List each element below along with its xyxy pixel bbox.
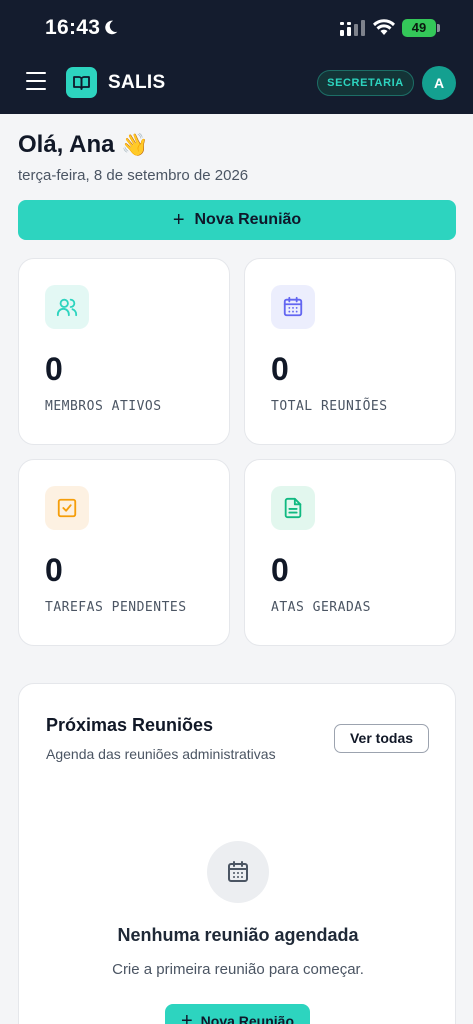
book-icon [73,76,90,90]
meetings-count: 0 [271,351,289,387]
create-meeting-button[interactable]: + Nova Reunião [165,1004,310,1024]
logo [66,67,97,98]
create-meeting-label: Nova Reunião [200,1013,295,1024]
stat-card-members: 0 MEMBROS ATIVOS [18,258,230,445]
upcoming-meetings-title: Próximas Reuniões [46,715,214,735]
check-square-icon [45,486,89,530]
document-icon [271,486,315,530]
calendar-icon [271,285,315,329]
role-badge: SECRETARIA [317,70,414,96]
new-meeting-button[interactable]: + Nova Reunião [18,200,456,240]
minutes-count: 0 [271,552,289,588]
upcoming-meetings-card: Próximas Reuniões Agenda das reuniões ad… [18,683,456,1024]
avatar[interactable]: A [422,66,456,100]
menu-icon[interactable] [26,72,46,90]
battery-tip [437,24,440,32]
greeting-title: Olá, Ana 👋 [18,131,149,159]
moon-icon [105,20,118,35]
empty-calendar-icon [207,841,269,903]
empty-state-title: Nenhuma reunião agendada [117,925,359,945]
minutes-label: ATAS GERADAS [271,600,371,615]
members-count: 0 [45,351,63,387]
meetings-label: TOTAL REUNIÕES [271,399,388,414]
empty-state-subtitle: Crie a primeira reunião para começar. [112,961,364,978]
wifi-icon [373,19,395,35]
brand-name: SALIS [108,72,166,93]
new-meeting-label: Nova Reunião [194,211,302,228]
signal-icon [340,20,365,36]
upcoming-meetings-subtitle: Agenda das reuniões administrativas [46,746,276,762]
battery-indicator: 49 [402,19,436,37]
tasks-count: 0 [45,552,63,588]
app-header: 16:43 49 SALIS SECRETARIA A [0,0,473,114]
plus-icon: + [172,209,185,231]
wave-emoji: 👋 [121,132,149,157]
stat-card-meetings: 0 TOTAL REUNIÕES [244,258,456,445]
stat-card-minutes: 0 ATAS GERADAS [244,459,456,646]
users-icon [45,285,89,329]
plus-icon: + [180,1010,193,1024]
greeting-text: Olá, Ana [18,131,115,158]
members-label: MEMBROS ATIVOS [45,399,162,414]
current-date: terça-feira, 8 de setembro de 2026 [18,167,249,184]
stat-card-tasks: 0 TAREFAS PENDENTES [18,459,230,646]
tasks-label: TAREFAS PENDENTES [45,600,187,615]
view-all-button[interactable]: Ver todas [334,724,429,753]
status-time: 16:43 [45,16,101,39]
